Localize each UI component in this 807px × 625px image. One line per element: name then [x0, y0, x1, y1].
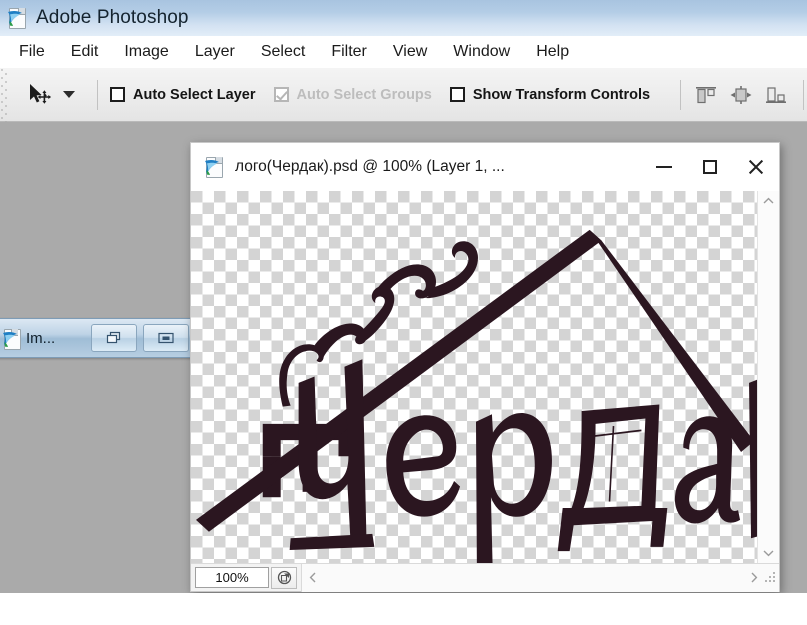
chevron-right-icon: [750, 572, 757, 583]
application-titlebar: Adobe Photoshop: [0, 0, 807, 36]
maximize-button[interactable]: [687, 147, 733, 187]
align-buttons-group: [693, 84, 789, 106]
menu-filter[interactable]: Filter: [318, 40, 380, 65]
vertical-scrollbar-track[interactable]: [758, 211, 779, 543]
document-info-button[interactable]: [271, 566, 297, 589]
horizontal-scrollbar[interactable]: [301, 563, 779, 592]
align-horizontal-centers-icon[interactable]: [728, 84, 754, 106]
background-window-restore-button[interactable]: [91, 324, 137, 352]
options-separator: [803, 79, 805, 110]
document-info-icon: [277, 570, 291, 585]
menubar: File Edit Image Layer Select Filter View…: [0, 36, 807, 68]
scroll-left-arrow[interactable]: [302, 568, 323, 588]
options-separator: [97, 79, 98, 110]
hscroll-right-group: [743, 568, 779, 588]
tool-options-bar: Auto Select Layer Auto Select Groups Sho…: [0, 67, 807, 122]
auto-select-groups-checkbox: Auto Select Groups: [273, 86, 432, 103]
document-body: [191, 191, 779, 563]
chevron-down-icon: [763, 550, 774, 557]
menu-window[interactable]: Window: [440, 40, 523, 65]
move-tool-icon[interactable]: [23, 80, 53, 110]
options-bar-grip[interactable]: [0, 67, 9, 122]
photoshop-icon: [6, 7, 28, 29]
menu-image[interactable]: Image: [111, 40, 181, 65]
close-icon: [747, 158, 765, 176]
chevron-up-icon: [763, 197, 774, 204]
menu-edit[interactable]: Edit: [58, 40, 112, 65]
canvas-area[interactable]: [191, 191, 757, 563]
photoshop-feather-glyph: [205, 159, 219, 175]
chevron-down-icon[interactable]: [63, 91, 75, 98]
checkbox-box[interactable]: [110, 87, 125, 102]
photoshop-feather-glyph: [3, 331, 17, 347]
background-document-window[interactable]: Im...: [0, 318, 194, 358]
menu-layer[interactable]: Layer: [182, 40, 248, 65]
photoshop-icon: [1, 328, 21, 350]
align-bottom-edges-icon[interactable]: [763, 84, 789, 106]
auto-select-layer-checkbox[interactable]: Auto Select Layer: [110, 87, 256, 103]
document-title: лого(Чердак).psd @ 100% (Layer 1, ...: [235, 158, 505, 175]
application-title: Adobe Photoshop: [36, 7, 189, 28]
resize-grip[interactable]: [764, 571, 777, 584]
photoshop-workspace: Im... лого(Чердак).psd @ 100% (Layer 1, …: [0, 122, 807, 625]
vertical-scrollbar[interactable]: [757, 191, 779, 563]
scroll-down-arrow[interactable]: [758, 543, 779, 563]
scroll-right-arrow[interactable]: [743, 568, 764, 588]
background-window-maximize-button[interactable]: [143, 324, 189, 352]
checkbox-box[interactable]: [449, 87, 465, 102]
background-window-title: Im...: [26, 329, 56, 347]
auto-select-groups-label: Auto Select Groups: [296, 86, 432, 103]
menu-select[interactable]: Select: [248, 40, 318, 65]
minimize-icon: [656, 166, 672, 168]
chevron-left-icon: [309, 572, 316, 583]
menu-help[interactable]: Help: [523, 40, 582, 65]
minimize-button[interactable]: [641, 147, 687, 187]
logo-artwork: [195, 229, 757, 563]
bottom-white-strip: [0, 593, 807, 625]
maximize-icon: [158, 332, 174, 344]
menu-view[interactable]: View: [380, 40, 440, 65]
document-window: лого(Чердак).psd @ 100% (Layer 1, ... 10…: [190, 142, 780, 592]
psd-document-icon: [203, 156, 225, 178]
maximize-icon: [703, 160, 717, 174]
document-titlebar[interactable]: лого(Чердак).psd @ 100% (Layer 1, ...: [191, 143, 779, 191]
show-transform-controls-label: Show Transform Controls: [472, 86, 651, 103]
options-separator: [680, 79, 682, 110]
scroll-up-arrow[interactable]: [758, 191, 779, 211]
photoshop-feather-glyph: [8, 10, 22, 26]
restore-icon: [106, 331, 121, 344]
auto-select-layer-label: Auto Select Layer: [133, 86, 256, 103]
show-transform-controls-checkbox[interactable]: Show Transform Controls: [449, 86, 651, 103]
tool-preset-picker[interactable]: [9, 80, 85, 110]
zoom-level-input[interactable]: 100%: [195, 567, 269, 588]
menu-file[interactable]: File: [6, 40, 58, 65]
document-statusbar: 100%: [191, 563, 779, 592]
photoshop-application: Adobe Photoshop File Edit Image Layer Se…: [0, 0, 807, 625]
checkbox-box: [273, 87, 289, 102]
align-top-edges-icon[interactable]: [693, 84, 719, 106]
close-button[interactable]: [733, 147, 779, 187]
